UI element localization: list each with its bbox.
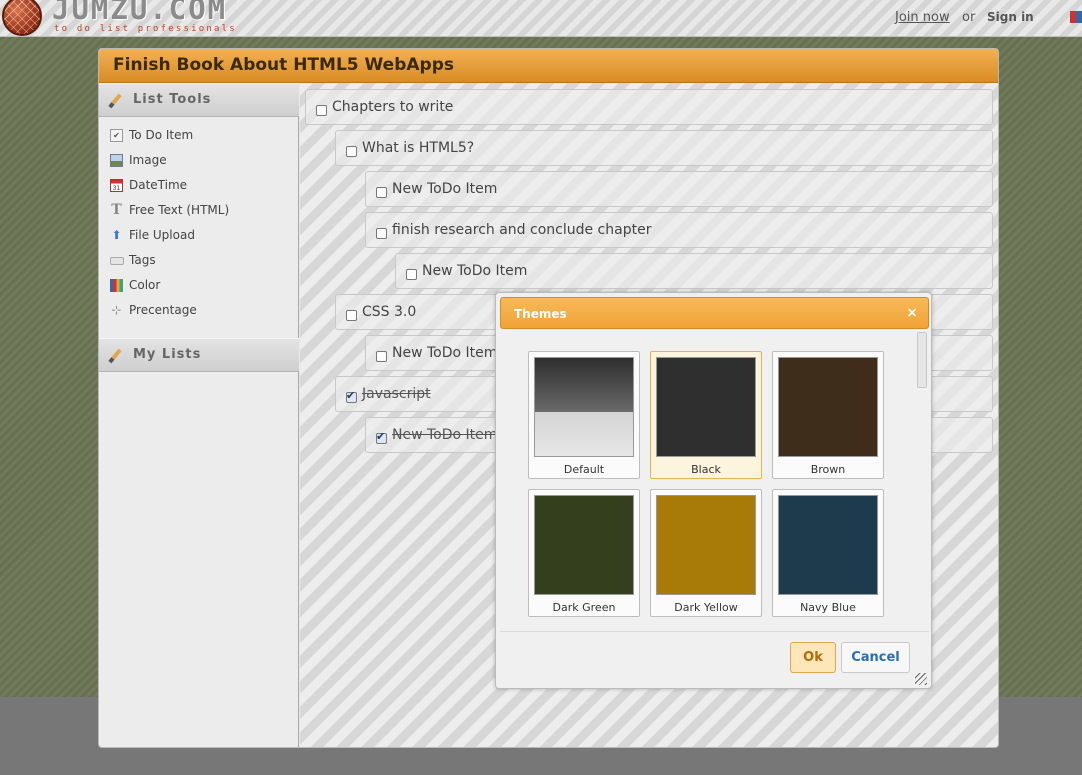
close-icon[interactable]: ×: [906, 305, 918, 321]
theme-option-dark-green[interactable]: Dark Green: [528, 489, 640, 617]
theme-label: Navy Blue: [800, 601, 856, 614]
join-now-link[interactable]: Join now: [895, 10, 950, 25]
todo-checkbox[interactable]: [406, 269, 417, 280]
pencil-icon: [108, 348, 122, 364]
tag-icon: [110, 257, 124, 265]
sign-in-link[interactable]: Sign in: [987, 10, 1034, 24]
tool-datetime[interactable]: 31 DateTime: [99, 175, 299, 197]
todo-item[interactable]: New ToDo Item: [365, 171, 993, 207]
theme-swatch: [656, 357, 756, 457]
todo-checkbox[interactable]: [316, 105, 327, 116]
dialog-divider: [500, 631, 929, 632]
my-lists-label: My Lists: [133, 347, 202, 362]
todo-label[interactable]: New ToDo Item: [392, 181, 497, 197]
todo-checkbox[interactable]: [346, 146, 357, 157]
image-icon: [110, 154, 123, 167]
theme-option-brown[interactable]: Brown: [772, 351, 884, 479]
color-icon: [110, 279, 123, 292]
todo-checkbox[interactable]: [376, 187, 387, 198]
checkbox-icon: ✔: [110, 129, 123, 142]
theme-swatch: [778, 495, 878, 595]
site-logo-text[interactable]: JUMZU.COM: [52, 0, 227, 26]
app-corner-icon[interactable]: [1070, 11, 1082, 23]
todo-item[interactable]: What is HTML5?: [335, 130, 993, 166]
tool-percentage[interactable]: ⊹ Precentage: [99, 300, 299, 322]
todo-label[interactable]: New ToDo Item: [392, 345, 497, 361]
text-icon: T: [111, 202, 122, 218]
list-tools-header[interactable]: List Tools: [99, 83, 299, 117]
logo-ball-icon[interactable]: [2, 0, 42, 36]
theme-label: Dark Green: [552, 601, 616, 614]
cancel-button[interactable]: Cancel: [841, 642, 910, 673]
tool-todo-item[interactable]: ✔ To Do Item: [99, 125, 299, 147]
todo-label[interactable]: What is HTML5?: [362, 140, 474, 156]
theme-grid: Default Black Brown Dark Green Dark Yell…: [522, 343, 924, 623]
tool-label: File Upload: [129, 228, 195, 242]
theme-swatch: [778, 357, 878, 457]
todo-item[interactable]: New ToDo Item: [395, 253, 993, 289]
todo-checkbox[interactable]: [346, 310, 357, 321]
tool-label: Free Text (HTML): [129, 203, 230, 217]
or-separator: or: [962, 10, 976, 25]
percentage-icon: ⊹: [111, 303, 122, 317]
my-lists-header[interactable]: My Lists: [99, 338, 299, 372]
todo-label[interactable]: Chapters to write: [332, 99, 453, 115]
pencil-icon: [108, 93, 122, 109]
tool-label: Image: [129, 153, 167, 167]
theme-option-dark-yellow[interactable]: Dark Yellow: [650, 489, 762, 617]
scrollbar-thumb[interactable]: [917, 332, 927, 388]
theme-swatch: [656, 495, 756, 595]
tool-tags[interactable]: Tags: [99, 250, 299, 272]
todo-label[interactable]: New ToDo Item: [392, 427, 497, 443]
dialog-title: Themes: [514, 307, 567, 321]
theme-swatch: [534, 495, 634, 595]
tool-label: DateTime: [129, 178, 188, 192]
theme-label: Black: [691, 463, 721, 476]
todo-checkbox[interactable]: [376, 351, 387, 362]
list-tools-label: List Tools: [133, 92, 212, 107]
tool-label: Tags: [129, 253, 156, 267]
resize-grip-icon[interactable]: [915, 673, 927, 685]
todo-checkbox-checked[interactable]: [376, 430, 387, 444]
site-header: JUMZU.COM to do list professionals Join …: [0, 0, 1082, 37]
tool-color[interactable]: Color: [99, 275, 299, 297]
tool-free-text[interactable]: T Free Text (HTML): [99, 200, 299, 222]
list-title[interactable]: Finish Book About HTML5 WebApps: [99, 49, 998, 83]
theme-option-navy-blue[interactable]: Navy Blue: [772, 489, 884, 617]
tool-label: To Do Item: [129, 128, 194, 142]
todo-label[interactable]: New ToDo Item: [422, 263, 527, 279]
themes-dialog: Themes × Default Black Brown Dark Green …: [495, 292, 932, 689]
todo-item[interactable]: finish research and conclude chapter: [365, 212, 993, 248]
theme-label: Dark Yellow: [674, 601, 738, 614]
calendar-icon: 31: [110, 179, 123, 192]
todo-item[interactable]: Chapters to write: [305, 89, 993, 125]
theme-label: Brown: [810, 463, 846, 476]
tool-file-upload[interactable]: ⬆ File Upload: [99, 225, 299, 247]
ok-button[interactable]: Ok: [790, 642, 836, 673]
tool-label: Precentage: [129, 303, 197, 317]
tool-image[interactable]: Image: [99, 150, 299, 172]
tool-label: Color: [129, 278, 161, 292]
theme-label: Default: [563, 463, 605, 476]
dialog-titlebar[interactable]: Themes ×: [500, 297, 929, 329]
todo-label[interactable]: finish research and conclude chapter: [392, 222, 651, 238]
theme-option-black[interactable]: Black: [650, 351, 762, 479]
theme-option-default[interactable]: Default: [528, 351, 640, 479]
todo-checkbox-checked[interactable]: [346, 389, 357, 403]
dialog-scrollbar[interactable]: [915, 330, 929, 623]
theme-swatch: [534, 357, 634, 457]
sidebar: List Tools ✔ To Do Item Image 31 DateTim…: [99, 83, 299, 747]
todo-label[interactable]: Javascript: [362, 386, 431, 402]
todo-checkbox[interactable]: [376, 228, 387, 239]
site-tagline: to do list professionals: [54, 24, 237, 34]
todo-label[interactable]: CSS 3.0: [362, 304, 416, 320]
upload-icon: ⬆: [111, 228, 122, 242]
